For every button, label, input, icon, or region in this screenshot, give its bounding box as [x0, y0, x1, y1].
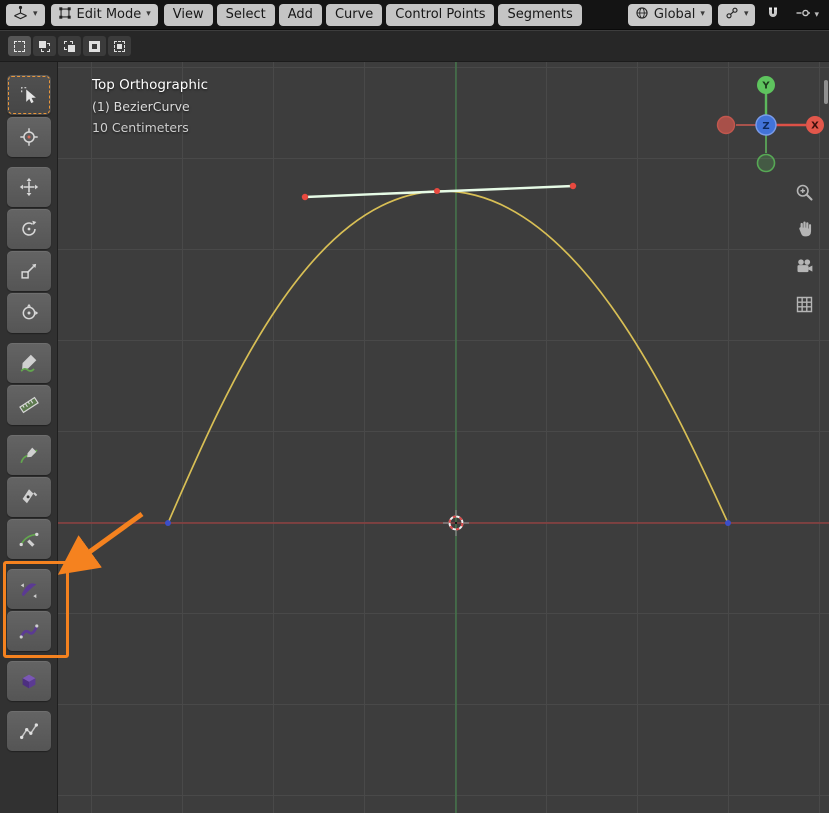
gizmo-axis-x[interactable]: X	[806, 116, 824, 134]
blender-window: ▾ Edit Mode ▾ View Select Add Curve Cont…	[0, 0, 829, 813]
radius-icon	[18, 620, 40, 642]
anchor-point-left[interactable]	[165, 520, 171, 526]
chevron-down-icon: ▾	[743, 9, 749, 19]
chevron-down-icon: ▾	[146, 9, 151, 19]
grid-floor	[0, 62, 829, 813]
menu-view[interactable]: View	[163, 3, 213, 26]
select-mode-set-button[interactable]	[8, 36, 31, 56]
select-mode-extend-button[interactable]	[33, 36, 56, 56]
select-box-icon	[18, 84, 40, 106]
zoom-icon	[794, 182, 815, 207]
snap-toggle-button[interactable]	[761, 4, 785, 26]
tool-scale-button[interactable]	[7, 251, 51, 291]
cursor-icon	[18, 126, 40, 148]
gizmo-axis-z[interactable]: Z	[755, 114, 777, 136]
menu-segments[interactable]: Segments	[498, 3, 582, 26]
menu-control-points[interactable]: Control Points	[386, 3, 495, 26]
tool-move-button[interactable]	[7, 167, 51, 207]
edit-mode-icon	[58, 6, 72, 24]
tool-select-box-button[interactable]	[7, 75, 51, 115]
orientation-globe-icon	[635, 6, 649, 24]
pan-hand-icon	[794, 218, 815, 243]
move-icon	[18, 176, 40, 198]
measure-icon	[18, 394, 40, 416]
select-mode-subtract-button[interactable]	[58, 36, 81, 56]
control-point-center[interactable]	[434, 188, 440, 194]
tool-settings-bar	[0, 31, 829, 62]
draw-icon	[18, 444, 40, 466]
editor-type-dropdown[interactable]: ▾	[6, 3, 45, 26]
tool-curve-pen-button[interactable]	[7, 519, 51, 559]
tool-randomize-button[interactable]	[7, 711, 51, 751]
annotate-icon	[18, 352, 40, 374]
select-mode-set-icon	[14, 40, 25, 52]
zoom-button[interactable]	[791, 181, 817, 207]
curve-pen-icon	[18, 528, 40, 550]
tool-cursor-button[interactable]	[7, 117, 51, 157]
viewport-canvas[interactable]	[0, 62, 829, 813]
svg-text:Y: Y	[761, 81, 770, 92]
rotate-icon	[18, 218, 40, 240]
handle-point-right[interactable]	[569, 182, 577, 190]
orientation-label: Global	[653, 7, 696, 22]
svg-text:X: X	[811, 121, 819, 132]
menu-bar: View Select Add Curve Control Points Seg…	[163, 3, 582, 26]
select-mode-intersect-icon	[114, 40, 125, 52]
transform-icon	[18, 302, 40, 324]
left-toolbar	[0, 62, 58, 813]
tilt-icon	[18, 578, 40, 600]
snap-magnet-icon	[765, 5, 781, 25]
menu-curve[interactable]: Curve	[325, 3, 383, 26]
chevron-down-icon: ▾	[814, 9, 819, 20]
grid-overlay-button[interactable]	[791, 293, 817, 319]
select-mode-invert-button[interactable]	[83, 36, 106, 56]
camera-view-button[interactable]	[791, 255, 817, 281]
chevron-down-icon: ▾	[33, 9, 38, 19]
pan-button[interactable]	[791, 217, 817, 243]
extrude-icon	[18, 670, 40, 692]
select-mode-invert-icon	[89, 40, 100, 52]
tool-rotate-button[interactable]	[7, 209, 51, 249]
menu-select[interactable]: Select	[216, 3, 275, 26]
viewport-scrollbar[interactable]	[824, 80, 828, 104]
tool-measure-button[interactable]	[7, 385, 51, 425]
tool-tilt-button[interactable]	[7, 569, 51, 609]
viewport-3d[interactable]: Top Orthographic (1) BezierCurve 10 Cent…	[0, 62, 829, 813]
anchor-point-right[interactable]	[725, 520, 731, 526]
orientation-dropdown[interactable]: Global ▾	[627, 3, 712, 26]
mode-dropdown-label: Edit Mode	[76, 7, 142, 22]
viewport-header: ▾ Edit Mode ▾ View Select Add Curve Cont…	[0, 0, 829, 30]
pivot-point-dropdown[interactable]: ▾	[717, 3, 756, 26]
gizmo-axis-x-negative[interactable]	[716, 115, 736, 135]
select-mode-group	[8, 36, 131, 56]
gizmo-axis-y-negative[interactable]	[756, 153, 776, 173]
pen-icon	[18, 486, 40, 508]
tool-annotate-button[interactable]	[7, 343, 51, 383]
camera-view-icon	[794, 256, 815, 281]
tool-pen-button[interactable]	[7, 477, 51, 517]
tool-extrude-button[interactable]	[7, 661, 51, 701]
scale-icon	[18, 260, 40, 282]
navigation-gizmo[interactable]: Y X Z	[709, 70, 825, 182]
randomize-icon	[18, 720, 40, 742]
chevron-down-icon: ▾	[700, 9, 705, 19]
handle-point-left[interactable]	[301, 193, 309, 201]
tool-transform-button[interactable]	[7, 293, 51, 333]
pivot-point-icon	[725, 6, 739, 24]
grid-overlay-icon	[794, 294, 815, 319]
editor-type-icon	[13, 5, 28, 24]
gizmo-axis-y[interactable]: Y	[757, 76, 775, 94]
snap-target-icon	[795, 5, 811, 25]
menu-add[interactable]: Add	[278, 3, 322, 26]
tool-draw-button[interactable]	[7, 435, 51, 475]
mode-dropdown[interactable]: Edit Mode ▾	[50, 3, 158, 26]
select-mode-extend-icon	[39, 40, 50, 52]
tool-radius-button[interactable]	[7, 611, 51, 651]
svg-text:Z: Z	[762, 121, 769, 132]
snap-settings-dropdown[interactable]: ▾	[791, 4, 823, 26]
select-mode-subtract-icon	[64, 40, 75, 52]
select-mode-intersect-button[interactable]	[108, 36, 131, 56]
